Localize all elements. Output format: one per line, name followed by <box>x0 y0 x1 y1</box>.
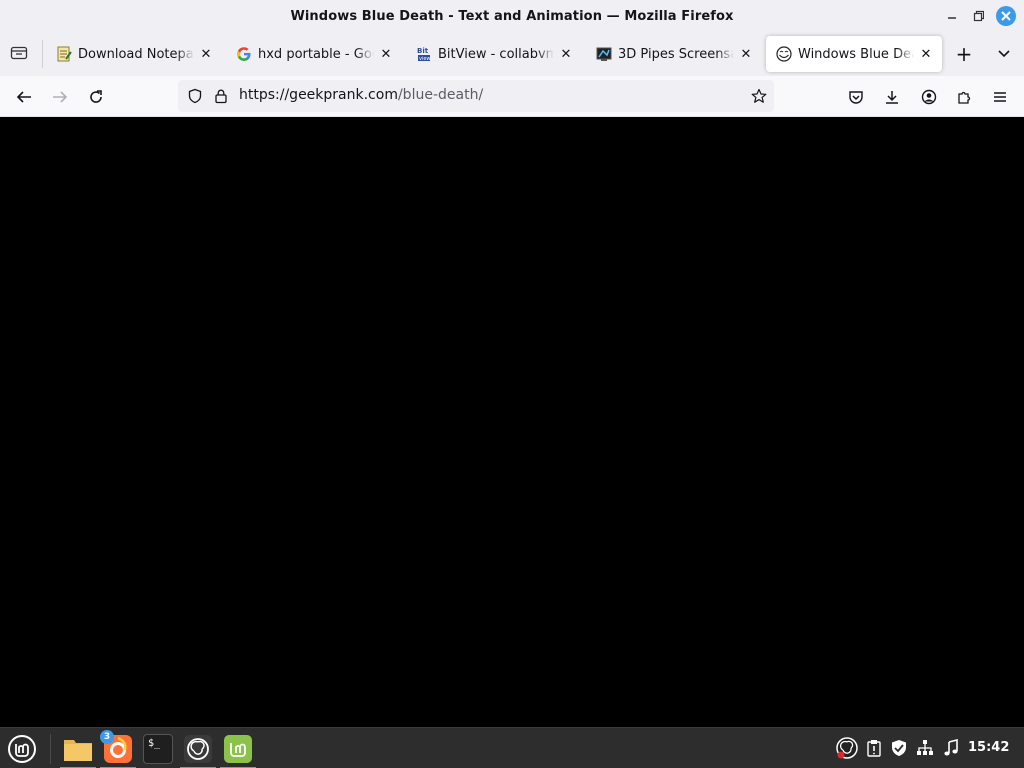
tab-label: Download Notepad++ <box>78 46 194 62</box>
back-arrow-icon <box>16 91 31 103</box>
start-menu-button[interactable] <box>4 731 40 767</box>
tab-strip: Download Notepad++ ✕ hxd portable - Goog… <box>0 32 1024 76</box>
folder-icon <box>64 740 92 761</box>
trollface-icon <box>776 46 792 62</box>
maximize-button[interactable] <box>968 6 988 26</box>
forward-button[interactable] <box>47 84 73 110</box>
url-bar[interactable]: https://geekprank.com/blue-death/ <box>178 80 774 112</box>
mint-icon <box>224 735 252 763</box>
download-icon <box>886 91 898 104</box>
taskbar-mint-update[interactable] <box>220 731 256 768</box>
lock-icon[interactable] <box>212 87 230 105</box>
tab-close-icon[interactable]: ✕ <box>198 46 214 62</box>
minimize-button[interactable] <box>942 6 962 26</box>
tab-blue-death[interactable]: Windows Blue Death ✕ <box>766 36 942 72</box>
page-content[interactable] <box>0 117 1024 727</box>
hamburger-menu-icon <box>994 92 1006 102</box>
app-menu-button[interactable] <box>987 84 1013 110</box>
taskbar-divider <box>50 734 51 764</box>
window-title: Windows Blue Death - Text and Animation … <box>290 8 734 24</box>
back-button[interactable] <box>11 84 37 110</box>
svg-text:Bit: Bit <box>417 47 429 55</box>
tab-3d-pipes[interactable]: 3D Pipes Screensaver ✕ <box>586 36 762 72</box>
tab-notepad[interactable]: Download Notepad++ ✕ <box>46 36 222 72</box>
obs-icon <box>184 735 212 763</box>
tab-label: 3D Pipes Screensaver <box>618 46 734 62</box>
new-tab-button[interactable]: + <box>952 42 976 66</box>
downloads-button[interactable] <box>879 84 905 110</box>
tab-label: hxd portable - Google <box>258 46 374 62</box>
taskbar-files[interactable] <box>60 731 96 768</box>
taskbar-terminal[interactable]: $_ <box>140 731 176 767</box>
account-button[interactable] <box>916 84 942 110</box>
url-text[interactable]: https://geekprank.com/blue-death/ <box>239 87 483 103</box>
tray-sound[interactable] <box>941 738 961 758</box>
tab-close-icon[interactable]: ✕ <box>918 46 934 62</box>
mint-menu-icon <box>8 735 36 763</box>
pipes-icon <box>596 46 612 62</box>
tab-close-icon[interactable]: ✕ <box>378 46 394 62</box>
tray-clipboard[interactable] <box>864 738 884 758</box>
window-count-badge: 3 <box>100 730 114 744</box>
list-all-tabs-button[interactable] <box>992 42 1016 66</box>
url-path: /blue-death/ <box>397 87 484 103</box>
tray-security[interactable] <box>889 738 909 758</box>
url-host: https://geekprank.com <box>239 87 398 103</box>
firefox-view-icon <box>10 46 28 60</box>
shield-icon <box>892 740 906 756</box>
tab-google[interactable]: hxd portable - Google ✕ <box>226 36 402 72</box>
close-window-button[interactable] <box>996 6 1016 26</box>
restore-icon <box>973 10 984 22</box>
tab-bitview[interactable]: Bit view BitView - collabvm ✕ <box>406 36 582 72</box>
tab-strip-divider <box>42 40 43 68</box>
puzzle-icon <box>958 91 971 104</box>
bookmark-star-icon[interactable] <box>750 87 768 105</box>
forward-arrow-icon <box>53 91 68 103</box>
tray-network[interactable] <box>915 738 935 758</box>
taskbar-firefox[interactable]: 3 <box>100 730 136 768</box>
close-icon <box>1001 11 1011 21</box>
music-note-icon <box>944 739 958 756</box>
extensions-button[interactable] <box>951 84 977 110</box>
chevron-down-icon <box>998 50 1010 58</box>
pocket-button[interactable] <box>843 84 869 110</box>
account-icon <box>921 89 937 105</box>
google-icon <box>236 46 252 62</box>
tab-label: Windows Blue Death <box>798 46 914 62</box>
terminal-icon: $_ <box>143 734 173 764</box>
clipboard-icon <box>867 740 881 757</box>
pocket-icon <box>849 91 863 104</box>
tab-close-icon[interactable]: ✕ <box>558 46 574 62</box>
tab-label: BitView - collabvm <box>438 46 554 62</box>
plus-icon: + <box>955 42 973 66</box>
reload-icon <box>90 90 102 103</box>
bitview-icon: Bit view <box>416 46 432 62</box>
tray-obs-recording[interactable] <box>836 737 858 759</box>
minimize-icon <box>948 17 956 19</box>
notepad-icon <box>56 46 72 62</box>
taskbar-obs[interactable] <box>180 731 216 768</box>
taskbar-clock[interactable]: 15:42 <box>968 740 1009 755</box>
network-icon <box>917 740 933 755</box>
reload-button[interactable] <box>83 84 109 110</box>
svg-text:view: view <box>419 56 431 62</box>
taskbar: 3 $_ 15:42 <box>0 727 1024 768</box>
tab-close-icon[interactable]: ✕ <box>738 46 754 62</box>
window-titlebar: Windows Blue Death - Text and Animation … <box>0 0 1024 32</box>
obs-tray-icon <box>836 737 858 759</box>
tracking-protection-icon[interactable] <box>186 87 204 105</box>
firefox-view-button[interactable] <box>8 42 30 64</box>
